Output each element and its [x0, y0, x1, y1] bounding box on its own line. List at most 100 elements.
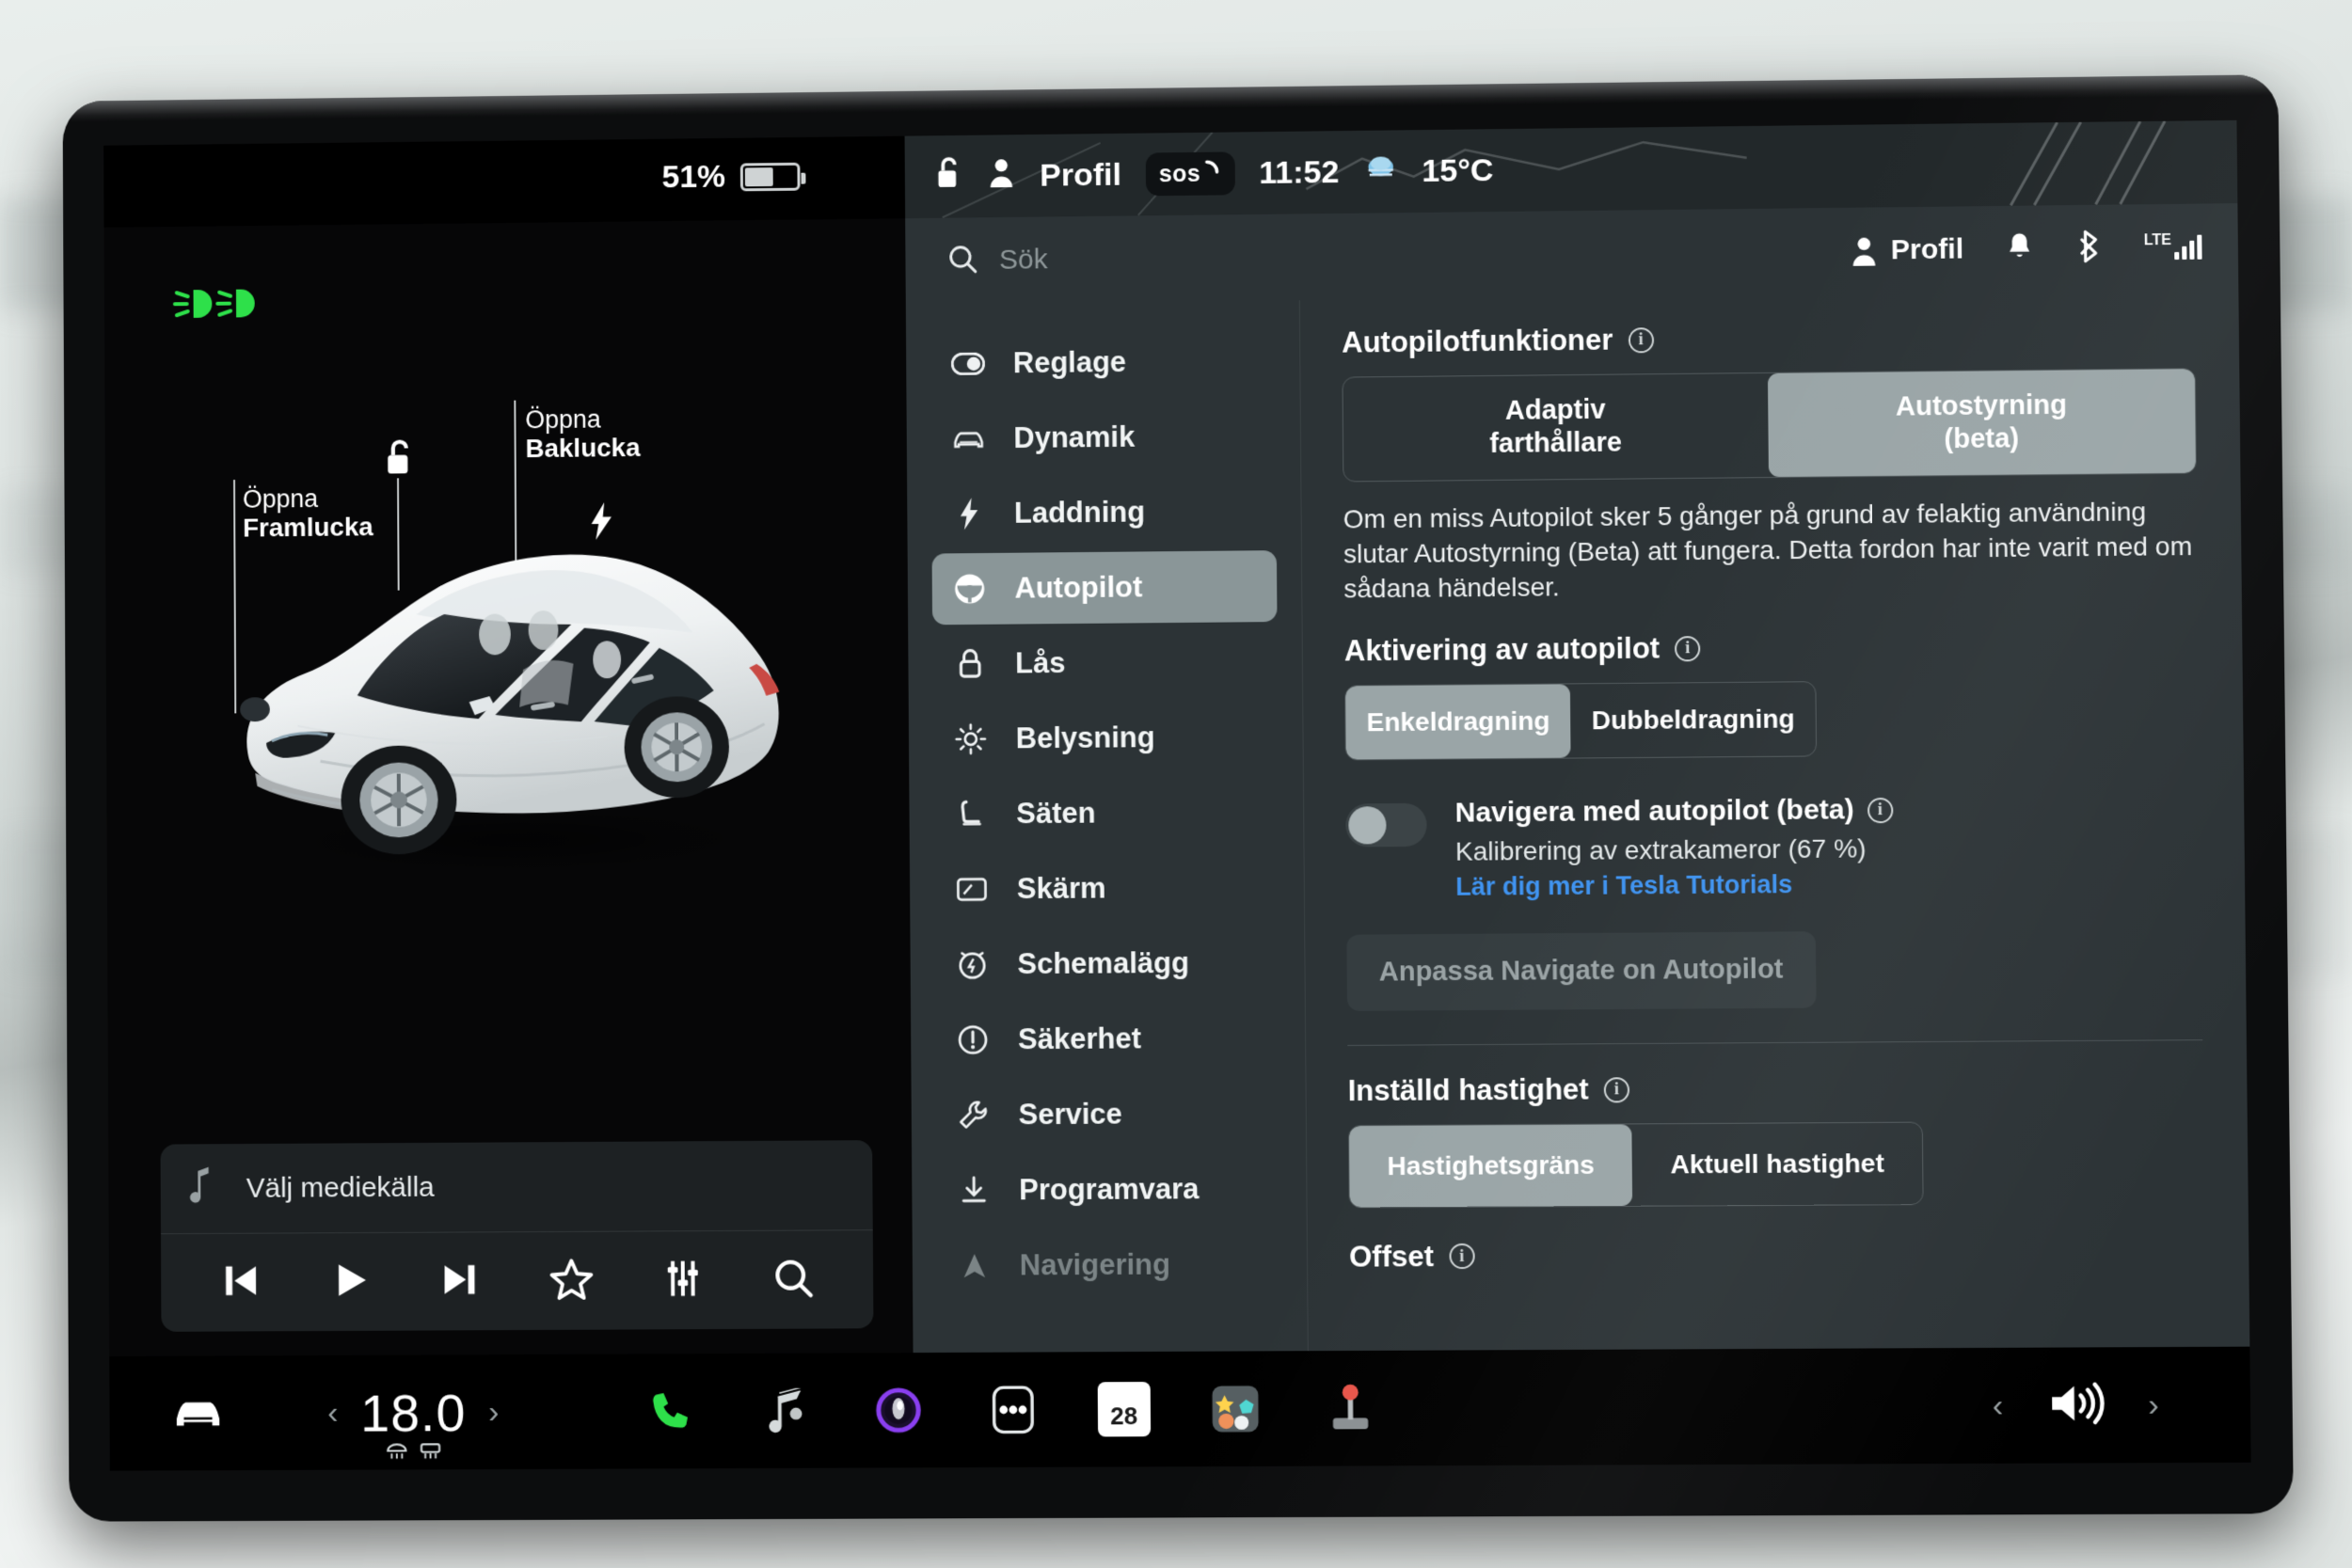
headlight-low-beam-icon [171, 283, 257, 333]
sidebar-item-label: Service [1018, 1097, 1122, 1132]
navigate-on-autopilot-row: Navigera med autopilot (beta) i Kalibrer… [1345, 791, 2201, 902]
bluetooth-icon[interactable] [2075, 229, 2103, 267]
profile-label[interactable]: Profil [1040, 156, 1121, 194]
bell-icon[interactable] [2005, 230, 2034, 267]
sidebar-item-reglage[interactable]: Reglage [930, 325, 1276, 400]
network-type-label: LTE [2143, 231, 2172, 249]
set-speed-segmented-control: Hastighetsgräns Aktuell hastighet [1347, 1121, 1924, 1209]
battery-icon [739, 162, 801, 191]
profile-icon[interactable] [987, 157, 1015, 196]
customize-navigate-on-autopilot-button[interactable]: Anpassa Navigate on Autopilot [1346, 931, 1817, 1011]
car-controls-button[interactable] [171, 1391, 226, 1435]
speaker-volume-icon[interactable] [2047, 1380, 2105, 1431]
outside-temperature-label: 15°C [1422, 151, 1494, 189]
temperature-value[interactable]: 18.0 [360, 1382, 467, 1443]
offset-heading-row: Offset i [1349, 1235, 2205, 1274]
single-pull-option[interactable]: Enkeldragning [1345, 684, 1572, 760]
section-heading: Aktivering av autopilot [1343, 631, 1661, 668]
app-launcher-row: 28 [639, 1378, 1380, 1441]
sidebar-item-programvara[interactable]: Programvara [936, 1153, 1282, 1227]
media-app-icon[interactable] [754, 1381, 814, 1441]
volume-increase-button[interactable]: › [2148, 1386, 2159, 1423]
navigate-on-autopilot-toggle[interactable] [1345, 802, 1427, 847]
sidebar-item-label: Belysning [1015, 721, 1155, 755]
padlock-icon [953, 648, 987, 680]
search-icon[interactable] [946, 243, 978, 279]
option-line2: farthållare [1489, 427, 1623, 459]
joystick-app-icon[interactable] [1320, 1378, 1381, 1439]
equalizer-button[interactable] [661, 1257, 705, 1305]
temperature-decrease-button[interactable]: ‹ [327, 1394, 338, 1431]
info-icon[interactable]: i [1867, 797, 1894, 823]
info-icon[interactable]: i [1675, 636, 1701, 662]
autopilot-features-description: Om en miss Autopilot sker 5 gånger på gr… [1343, 496, 2193, 603]
sidebar-item-label: Reglage [1012, 345, 1127, 380]
adaptive-cruise-option[interactable]: Adaptiv farthållare [1343, 373, 1768, 481]
info-icon[interactable]: i [1448, 1243, 1475, 1270]
autosteer-option[interactable]: Autostyrning (beta) [1767, 369, 2196, 477]
sidebar-item-laddning[interactable]: Laddning [931, 475, 1277, 549]
status-bar-right: Profil sos 11:52 15°C [904, 119, 2238, 219]
defrost-controls [385, 1440, 443, 1465]
profile-button[interactable]: Profil [1850, 233, 1963, 266]
current-speed-option[interactable]: Aktuell hastighet [1632, 1123, 1923, 1206]
profile-label: Profil [1890, 233, 1964, 266]
sidebar-item-las[interactable]: Lås [932, 626, 1278, 700]
sidebar-item-label: Programvara [1019, 1172, 1200, 1207]
calendar-app-icon[interactable]: 28 [1097, 1382, 1151, 1437]
sidebar-item-skarm[interactable]: Skärm [934, 851, 1279, 926]
vehicle-image[interactable] [215, 470, 814, 878]
defrost-rear-icon[interactable] [418, 1440, 442, 1465]
sidebar-item-label: Lås [1014, 646, 1066, 680]
sos-button[interactable]: sos [1145, 151, 1235, 197]
sidebar-item-dynamik[interactable]: Dynamik [930, 400, 1276, 474]
media-player-bar[interactable]: Välj mediekälla [160, 1140, 874, 1332]
callout-rear-trunk[interactable]: Öppna Baklucka [525, 404, 640, 464]
media-source-row[interactable]: Välj mediekälla [160, 1140, 873, 1235]
temperature-increase-button[interactable]: › [488, 1394, 499, 1431]
toggle-switch-icon [951, 353, 985, 375]
signal-bars [2174, 234, 2202, 261]
sidebar-item-label: Navigering [1019, 1247, 1171, 1282]
defrost-front-icon[interactable] [385, 1440, 409, 1465]
sos-label: sos [1158, 160, 1201, 187]
volume-decrease-button[interactable]: ‹ [1993, 1387, 2004, 1424]
sidebar-item-saten[interactable]: Säten [933, 776, 1279, 850]
apps-menu-icon[interactable] [982, 1380, 1042, 1440]
sidebar-item-service[interactable]: Service [935, 1077, 1281, 1150]
battery-percent-label: 51% [661, 158, 726, 196]
play-button[interactable] [328, 1258, 372, 1306]
phone-app-icon[interactable] [639, 1381, 699, 1441]
speed-limit-option[interactable]: Hastighetsgräns [1348, 1124, 1633, 1208]
unlocked-padlock-icon[interactable] [935, 154, 963, 198]
camera-calibration-status: Kalibrering av extrakameror (67 %) [1454, 833, 1867, 866]
double-pull-option[interactable]: Dubbeldragning [1570, 683, 1816, 758]
option-line1: Autostyrning [1895, 389, 2068, 422]
sidebar-item-belysning[interactable]: Belysning [933, 701, 1279, 775]
volume-control: ‹ › [1993, 1380, 2159, 1431]
next-track-button[interactable] [438, 1258, 482, 1306]
favorite-button[interactable] [548, 1256, 594, 1306]
camera-app-icon[interactable] [868, 1380, 929, 1440]
sidebar-item-label: Säkerhet [1017, 1022, 1142, 1056]
sidebar-item-label: Säten [1016, 796, 1096, 831]
sidebar-item-autopilot[interactable]: Autopilot [931, 550, 1278, 626]
warning-circle-icon [956, 1023, 990, 1055]
sidebar-item-navigering[interactable]: Navigering [937, 1228, 1283, 1302]
toybox-app-icon[interactable] [1204, 1379, 1265, 1440]
sidebar-item-sakerhet[interactable]: Säkerhet [935, 1002, 1280, 1075]
sidebar-item-label: Dynamik [1013, 420, 1136, 454]
clock-label: 11:52 [1259, 153, 1340, 191]
previous-track-button[interactable] [218, 1259, 262, 1307]
sidebar-item-schemalagg[interactable]: Schemalägg [934, 927, 1279, 1001]
media-search-button[interactable] [771, 1256, 815, 1304]
tesla-tutorials-link[interactable]: Lär dig mer i Tesla Tutorials [1455, 869, 1894, 902]
signal-bars-icon[interactable]: LTE [2143, 231, 2202, 261]
option-line2: (beta) [1944, 423, 2020, 454]
info-icon[interactable]: i [1628, 326, 1654, 353]
info-icon[interactable]: i [1603, 1076, 1630, 1103]
sidebar-item-label: Skärm [1016, 871, 1106, 906]
search-input[interactable]: Sök [999, 244, 1048, 276]
autopilot-features-segmented-control: Adaptiv farthållare Autostyrning (beta) [1342, 368, 2197, 483]
option-line1: Adaptiv [1504, 394, 1606, 426]
